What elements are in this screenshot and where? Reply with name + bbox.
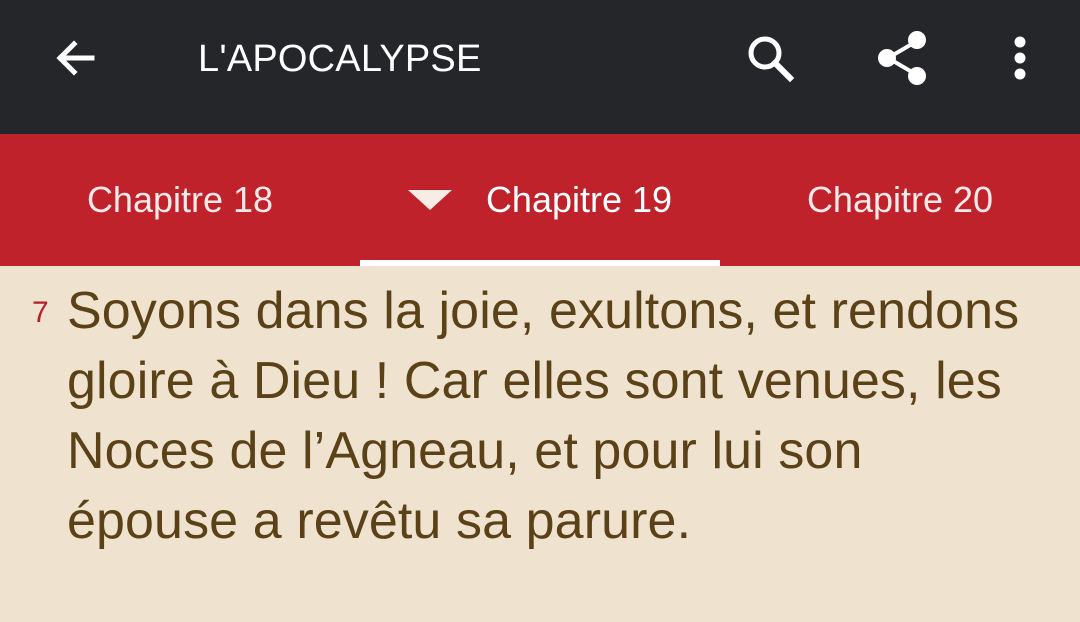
arrow-left-icon — [56, 40, 95, 76]
tab-label: Chapitre 19 — [485, 179, 673, 220]
chapter-tabs: Chapitre 18 Chapitre 19 Chapitre 20 — [0, 134, 1080, 266]
search-button[interactable] — [738, 28, 802, 88]
more-options-button[interactable] — [988, 28, 1052, 88]
back-button[interactable] — [44, 30, 108, 86]
tab-chapter-19[interactable]: Chapitre 19 — [360, 134, 720, 266]
verse-text: Soyons dans la joie, exultons, et rendon… — [67, 282, 1020, 550]
tab-chapter-18[interactable]: Chapitre 18 — [0, 134, 360, 266]
share-button[interactable] — [870, 28, 934, 88]
share-icon — [878, 31, 926, 85]
chapter-content[interactable]: 7 Soyons dans la joie, exultons, et rend… — [0, 266, 1080, 622]
book-title: L'APOCALYPSE — [198, 38, 482, 80]
search-icon — [748, 36, 795, 83]
tab-label: Chapitre 20 — [806, 179, 994, 220]
more-vertical-icon — [1014, 36, 1026, 80]
tab-chapter-20[interactable]: Chapitre 20 — [720, 134, 1080, 266]
triangle-down-icon[interactable] — [407, 190, 452, 210]
top-toolbar: L'APOCALYPSE — [0, 0, 1080, 134]
reader-app: L'APOCALYPSE Chapitre 18 Chapitre 19 Cha… — [0, 0, 1080, 622]
tab-label: Chapitre 18 — [86, 179, 274, 220]
verse: 7 Soyons dans la joie, exultons, et rend… — [28, 276, 1048, 556]
verse-number: 7 — [32, 296, 49, 329]
